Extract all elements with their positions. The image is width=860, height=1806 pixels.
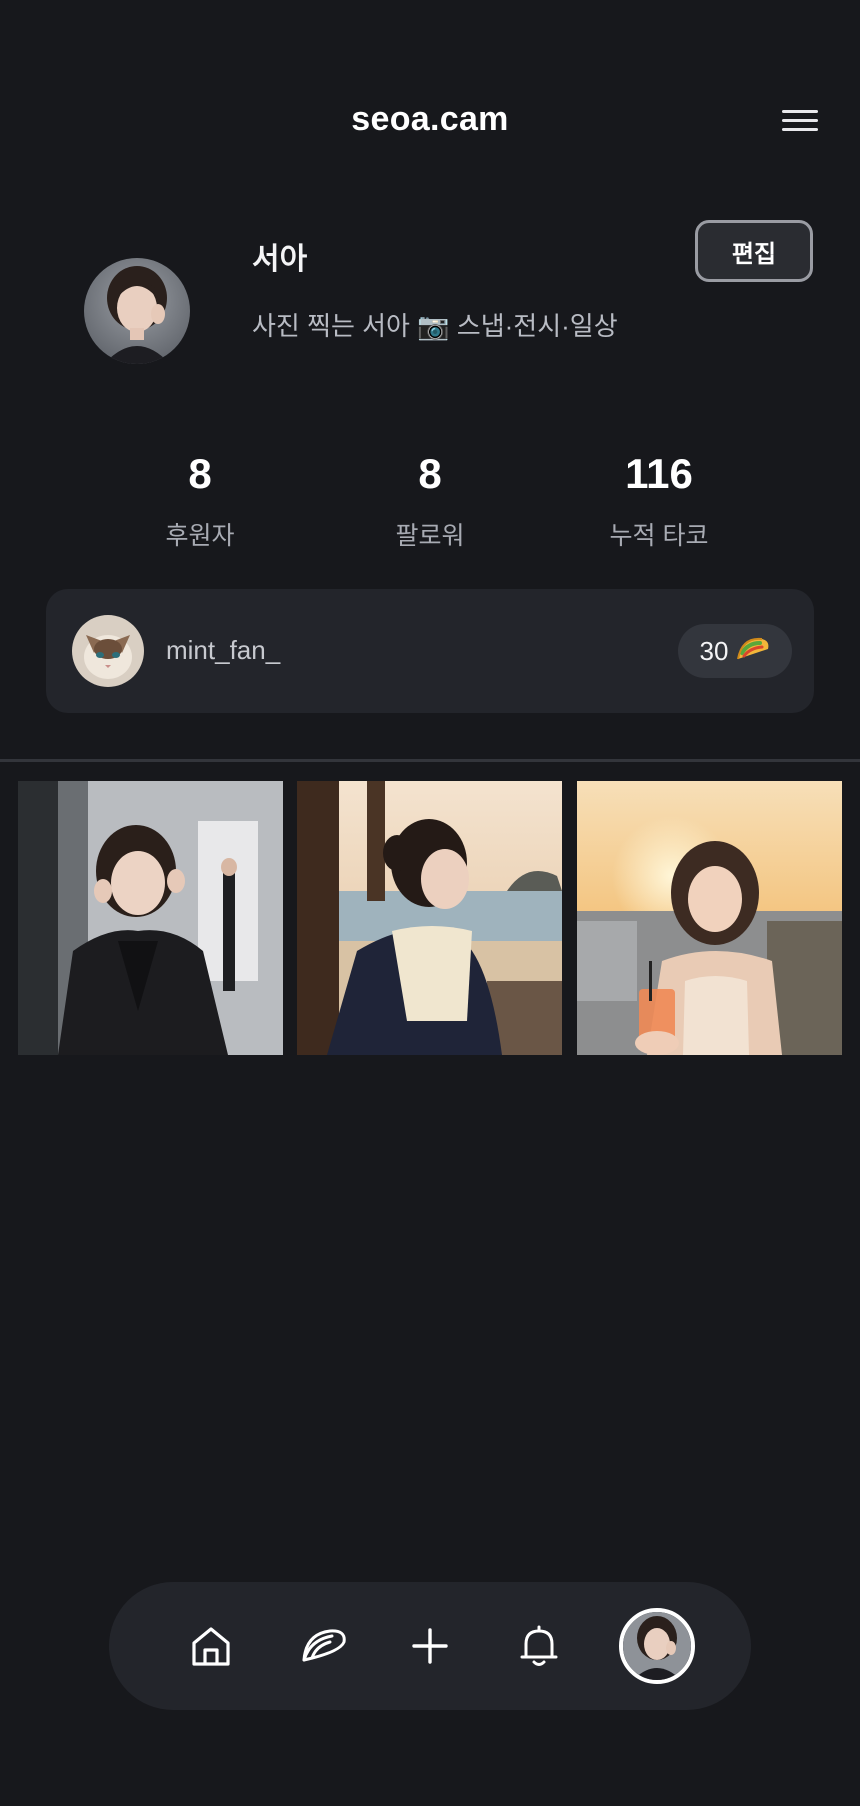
taco-icon <box>736 635 770 668</box>
stat-label: 팔로워 <box>395 522 465 550</box>
profile-name: 서아 <box>252 243 308 276</box>
photo-leather-jacket <box>18 781 283 1055</box>
taco-icon[interactable] <box>292 1614 356 1678</box>
edit-button[interactable]: 편집 <box>695 220 813 282</box>
menu-icon[interactable] <box>778 104 822 136</box>
stat-label: 후원자 <box>165 522 235 550</box>
stat-value: 8 <box>418 450 442 497</box>
stat-supporters[interactable]: 8 후원자 <box>100 450 300 552</box>
supporter-username: mint_fan_ <box>166 635 281 665</box>
photo-beach-profile <box>297 781 562 1055</box>
stat-followers[interactable]: 8 팔로워 <box>330 450 530 552</box>
home-icon[interactable] <box>179 1614 243 1678</box>
photo-sunset-drink <box>577 781 842 1055</box>
header: seoa.cam <box>0 0 860 200</box>
profile-page: seoa.cam 서아 사진 찍는 서아 📷 스냅·전시·일상 편집 8 후원자 <box>0 0 860 1806</box>
app-title: seoa.cam <box>351 100 509 138</box>
profile-bio: 사진 찍는 서아 📷 스냅·전시·일상 <box>252 311 618 341</box>
stat-value: 8 <box>188 450 212 497</box>
post-thumbnail[interactable] <box>297 781 562 1055</box>
supporter-avatar <box>72 615 144 687</box>
plus-icon[interactable] <box>398 1614 462 1678</box>
stat-value: 116 <box>625 450 693 497</box>
bottom-nav <box>109 1582 751 1710</box>
taco-count: 30 <box>699 635 729 666</box>
bell-icon[interactable] <box>507 1614 571 1678</box>
profile-tab-avatar[interactable] <box>619 1608 695 1684</box>
top-supporter-card[interactable]: mint_fan_ 30 <box>46 589 814 713</box>
post-thumbnail[interactable] <box>577 781 842 1055</box>
stat-label: 누적 타코 <box>609 522 709 550</box>
section-divider <box>0 759 860 762</box>
stat-total-tacos[interactable]: 116 누적 타코 <box>559 450 759 552</box>
taco-count-badge: 30 <box>678 624 792 678</box>
post-thumbnail[interactable] <box>18 781 283 1055</box>
profile-avatar[interactable] <box>84 258 190 364</box>
